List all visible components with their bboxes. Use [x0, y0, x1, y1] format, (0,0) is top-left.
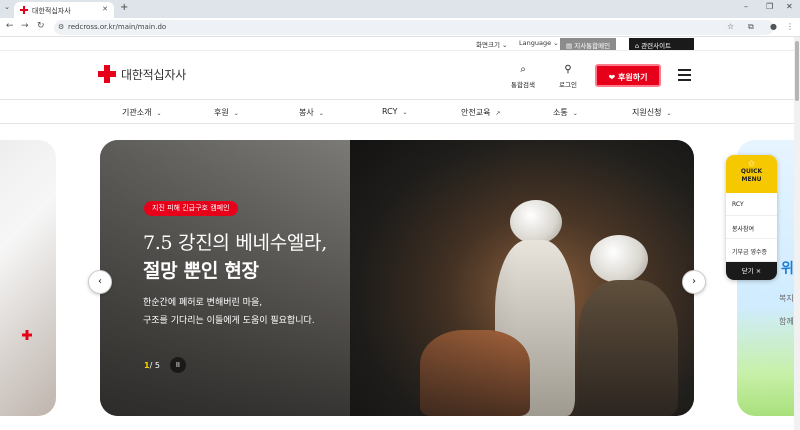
redcross-favicon-icon	[20, 6, 28, 14]
quick-menu-item-volunteer[interactable]: 봉사참여	[726, 216, 777, 239]
hero-description-line1: 한순간에 폐허로 변해버린 마을,	[143, 298, 263, 308]
hero-description-line2: 구조를 기다리는 이들에게 도움이 필요합니다.	[143, 316, 315, 326]
nav-label: 기관소개	[122, 108, 152, 117]
main-navigation: 기관소개 ⌄ 후원 ⌄ 봉사 ⌄ RCY ⌄ 안전교육 ↗ 소통 ⌄ 지원신청 ⌄	[0, 99, 800, 124]
campaign-badge: 지진 피해 긴급구호 캠페인	[144, 201, 238, 216]
url-text: redcross.or.kr/main/main.do	[68, 23, 167, 31]
chevron-right-icon: ›	[692, 276, 696, 287]
search-icon: ⌕	[520, 64, 526, 75]
hero-title-line2: 절망 뿐인 현장	[143, 260, 259, 282]
slide-total: / 5	[149, 360, 160, 370]
redcross-emblem-icon	[22, 330, 32, 340]
external-link-icon: ↗	[495, 110, 501, 117]
more-menu-icon[interactable]: ⋮	[786, 22, 794, 31]
quick-menu-close-button[interactable]: 닫기 ×	[726, 262, 777, 280]
font-size-label: 화면크기	[476, 41, 500, 49]
site-logo[interactable]: 대한적십자사	[98, 65, 186, 83]
search-label: 통합검색	[511, 81, 535, 89]
chevron-down-icon: ⌄	[233, 110, 239, 117]
hamburger-menu-icon[interactable]	[678, 69, 691, 84]
nav-label: 안전교육	[461, 108, 491, 117]
prev-slide-button[interactable]: ‹	[88, 270, 112, 294]
integrated-main-label: 지사통합메인	[574, 42, 611, 50]
chevron-left-icon: ‹	[98, 276, 102, 287]
peek-title: 위	[781, 261, 794, 277]
window-close-icon[interactable]: ✕	[786, 2, 793, 11]
nav-label: 소통	[553, 108, 568, 117]
integrated-main-link[interactable]: ▤ 지사통합메인	[560, 38, 617, 50]
nav-item-donation[interactable]: 후원 ⌄	[214, 107, 239, 118]
next-slide-button[interactable]: ›	[682, 270, 706, 294]
peek-text: 복지	[779, 294, 794, 303]
nav-label: 봉사	[299, 108, 314, 117]
donate-button[interactable]: ❤ 후원하기	[595, 64, 661, 87]
slide-pager: 1/ 5 II	[144, 356, 186, 374]
chevron-down-icon: ⌄	[156, 110, 162, 117]
page-scrollbar[interactable]	[794, 37, 800, 430]
font-size-menu[interactable]: 화면크기 ⌄	[476, 39, 507, 49]
new-tab-icon[interactable]: +	[120, 2, 128, 13]
tab-list-chevron-icon[interactable]: ⌄	[2, 3, 12, 15]
quick-menu-item-rcy[interactable]: RCY	[726, 193, 777, 216]
peek-text: 함께	[779, 317, 794, 326]
minimize-icon[interactable]: –	[744, 2, 748, 11]
browser-tab-strip: ⌄ 대한적십자사 ✕ + – ❐ ✕	[0, 0, 800, 18]
login-label: 로그인	[559, 81, 577, 89]
language-label: Language	[519, 39, 552, 47]
slide-counter: 1/ 5	[144, 361, 160, 370]
quick-menu: ✩ QUICK MENU RCY 봉사참여 기부금 영수증 닫기 ×	[726, 155, 777, 280]
site-info-icon[interactable]: ⚙	[58, 23, 64, 31]
nav-item-communication[interactable]: 소통 ⌄	[553, 107, 578, 118]
quick-menu-header: ✩ QUICK MENU	[726, 155, 777, 193]
hero-title-line1: 7.5 강진의 베네수엘라,	[143, 232, 327, 254]
reload-icon[interactable]: ↻	[37, 21, 45, 31]
pause-icon[interactable]: II	[169, 357, 186, 373]
redcross-logo-icon	[98, 65, 116, 83]
site-header: 대한적십자사 ⌕ 통합검색 ⚲ 로그인 ❤ 후원하기	[0, 51, 800, 99]
chevron-down-icon: ⌄	[402, 109, 408, 116]
hero-slide[interactable]: 지진 피해 긴급구호 캠페인 7.5 강진의 베네수엘라, 절망 뿐인 현장 한…	[100, 140, 694, 416]
forward-icon[interactable]: →	[21, 21, 29, 31]
quick-menu-title-line2: MENU	[741, 176, 762, 183]
nav-label: 후원	[214, 108, 229, 117]
heart-icon: ❤	[608, 73, 616, 82]
star-icon: ✩	[748, 159, 755, 168]
nav-item-rcy[interactable]: RCY ⌄	[382, 107, 408, 116]
search-button[interactable]: ⌕ 통합검색	[505, 64, 541, 89]
previous-slide-peek[interactable]	[0, 140, 56, 416]
quick-menu-item-receipt[interactable]: 기부금 영수증	[726, 239, 777, 262]
chevron-down-icon: ⌄	[572, 110, 578, 117]
scrollbar-thumb[interactable]	[795, 41, 799, 101]
restore-icon[interactable]: ❐	[766, 2, 773, 11]
browser-toolbar: ← → ↻ ⚙ redcross.or.kr/main/main.do ☆ ⧉ …	[0, 18, 800, 37]
nav-label: 지원신청	[632, 108, 662, 117]
tab-close-icon[interactable]: ✕	[102, 5, 108, 13]
user-icon: ⚲	[564, 64, 572, 75]
utility-bar: 화면크기 ⌄ Language ⌄ ▤ 지사통합메인 ⌂ 관련사이트	[0, 37, 800, 51]
logo-text: 대한적십자사	[121, 67, 187, 82]
related-sites-label: 관련사이트	[641, 42, 672, 50]
address-bar[interactable]: ⚙ redcross.or.kr/main/main.do	[54, 20, 774, 35]
nav-item-about[interactable]: 기관소개 ⌄	[122, 107, 161, 118]
extensions-icon[interactable]: ⧉	[748, 22, 754, 32]
browser-tab[interactable]: 대한적십자사 ✕	[14, 2, 114, 18]
back-icon[interactable]: ←	[6, 21, 14, 31]
login-button[interactable]: ⚲ 로그인	[550, 64, 586, 89]
nav-item-safety-education[interactable]: 안전교육 ↗	[461, 107, 500, 118]
chevron-down-icon: ⌄	[318, 110, 324, 117]
donate-label: 후원하기	[618, 73, 648, 82]
tab-title: 대한적십자사	[32, 7, 71, 15]
language-menu[interactable]: Language ⌄	[519, 39, 559, 47]
bookmark-star-icon[interactable]: ☆	[727, 22, 734, 31]
nav-item-support-apply[interactable]: 지원신청 ⌄	[632, 107, 671, 118]
chevron-down-icon: ⌄	[666, 110, 672, 117]
nav-item-volunteer[interactable]: 봉사 ⌄	[299, 107, 324, 118]
nav-label: RCY	[382, 107, 398, 116]
quick-menu-title-line1: QUICK	[740, 168, 763, 175]
related-sites-button[interactable]: ⌂ 관련사이트	[629, 38, 694, 50]
profile-icon[interactable]: ●	[770, 22, 777, 31]
